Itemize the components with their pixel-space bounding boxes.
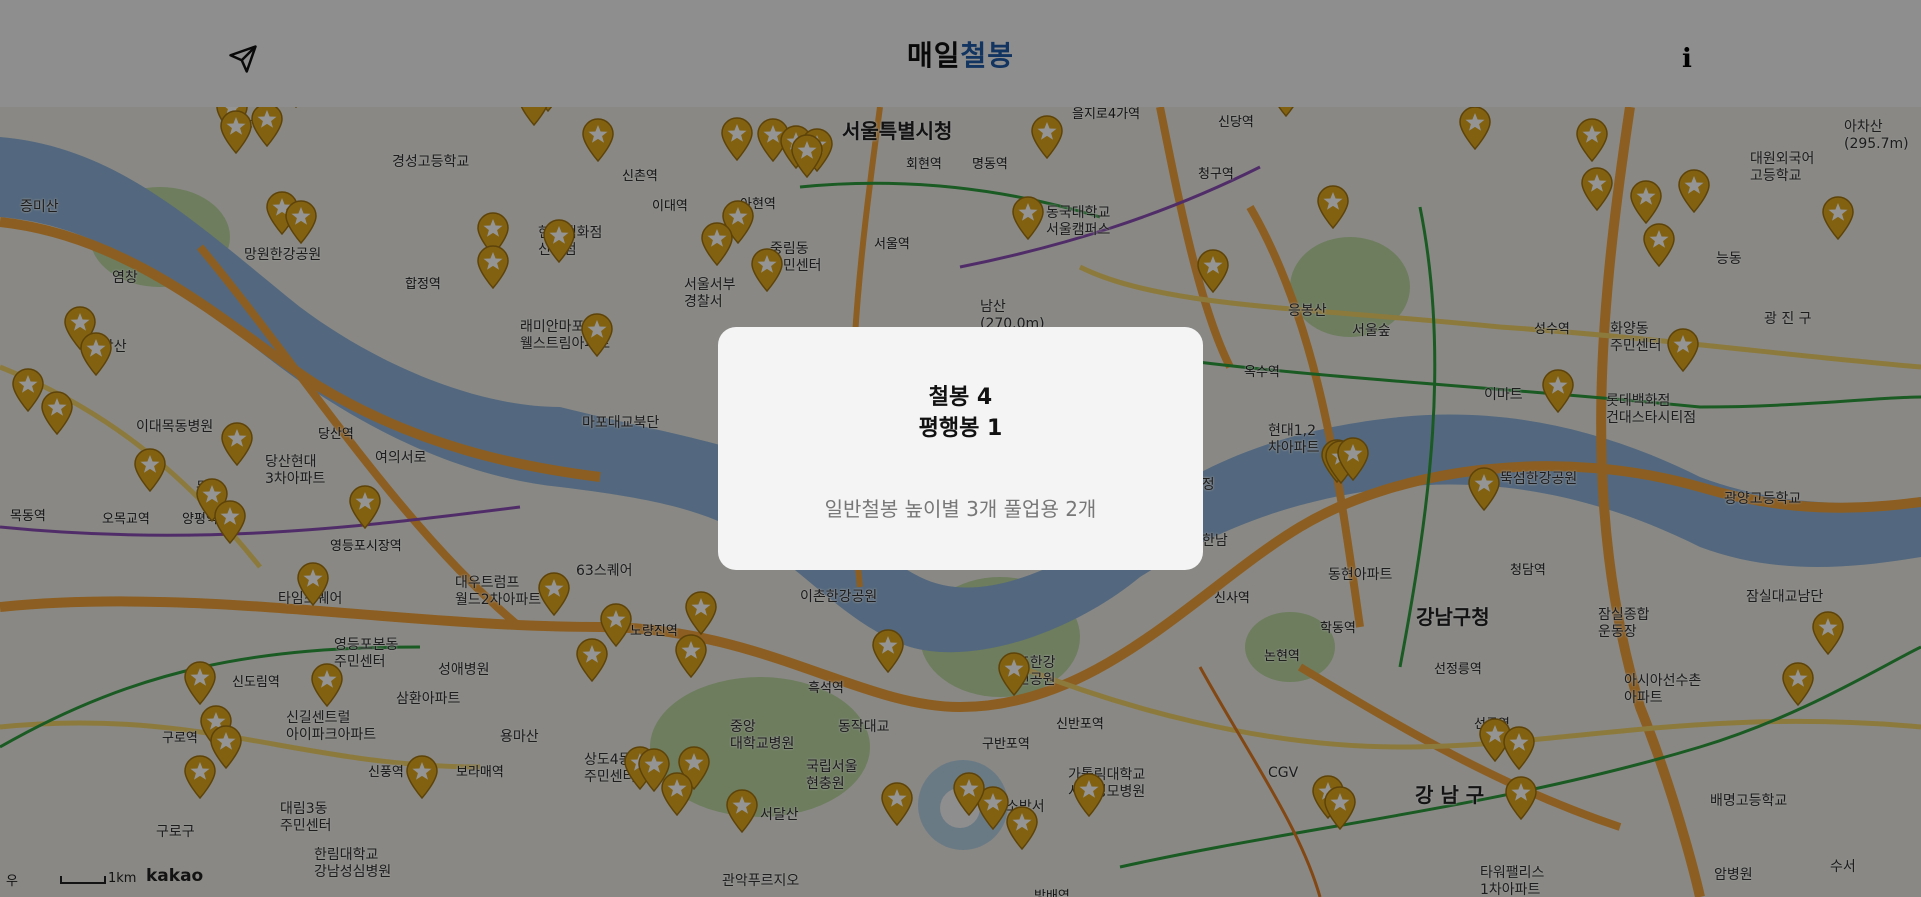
- modal-detail-text: 일반철봉 높이별 3개 풀업용 2개: [824, 497, 1097, 521]
- modal-pullup-bar-count: 철봉 4: [928, 385, 993, 410]
- equipment-info-modal: 철봉 4 평행봉 1 일반철봉 높이별 3개 풀업용 2개: [718, 327, 1203, 570]
- modal-parallel-bar-count: 평행봉 1: [918, 416, 1003, 441]
